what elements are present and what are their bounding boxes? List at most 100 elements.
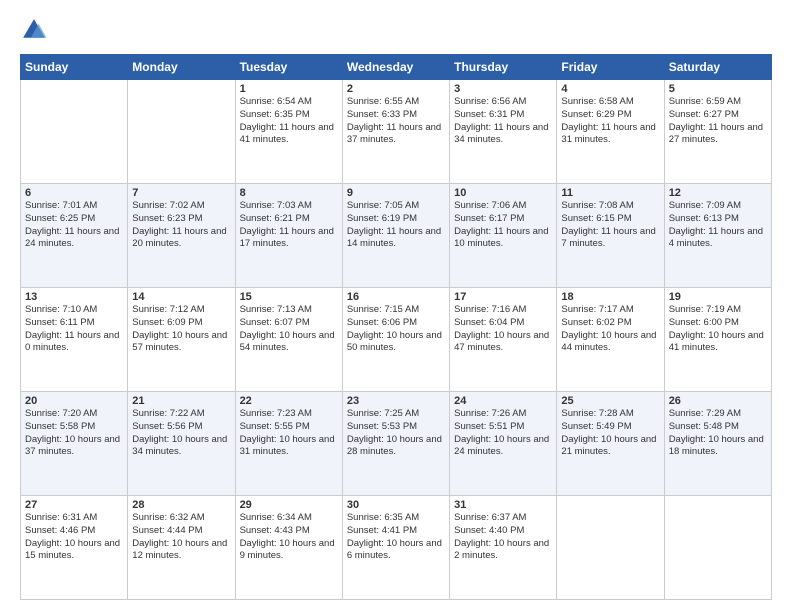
weekday-header: Sunday	[21, 55, 128, 80]
day-number: 28	[132, 499, 230, 511]
day-number: 7	[132, 187, 230, 199]
calendar-cell: 4Sunrise: 6:58 AMSunset: 6:29 PMDaylight…	[557, 80, 664, 184]
day-info: Sunrise: 7:20 AMSunset: 5:58 PMDaylight:…	[25, 408, 123, 459]
day-info: Sunrise: 7:25 AMSunset: 5:53 PMDaylight:…	[347, 408, 445, 459]
logo	[20, 16, 52, 44]
day-info: Sunrise: 7:15 AMSunset: 6:06 PMDaylight:…	[347, 304, 445, 355]
day-info: Sunrise: 7:29 AMSunset: 5:48 PMDaylight:…	[669, 408, 767, 459]
day-number: 20	[25, 395, 123, 407]
weekday-header: Monday	[128, 55, 235, 80]
calendar-week-row: 1Sunrise: 6:54 AMSunset: 6:35 PMDaylight…	[21, 80, 772, 184]
day-number: 6	[25, 187, 123, 199]
day-number: 22	[240, 395, 338, 407]
weekday-header: Wednesday	[342, 55, 449, 80]
day-number: 26	[669, 395, 767, 407]
day-info: Sunrise: 6:35 AMSunset: 4:41 PMDaylight:…	[347, 512, 445, 563]
day-number: 21	[132, 395, 230, 407]
calendar-cell: 5Sunrise: 6:59 AMSunset: 6:27 PMDaylight…	[664, 80, 771, 184]
day-number: 1	[240, 83, 338, 95]
day-info: Sunrise: 6:59 AMSunset: 6:27 PMDaylight:…	[669, 96, 767, 147]
day-info: Sunrise: 6:37 AMSunset: 4:40 PMDaylight:…	[454, 512, 552, 563]
day-number: 16	[347, 291, 445, 303]
day-info: Sunrise: 7:28 AMSunset: 5:49 PMDaylight:…	[561, 408, 659, 459]
day-info: Sunrise: 6:54 AMSunset: 6:35 PMDaylight:…	[240, 96, 338, 147]
day-info: Sunrise: 7:26 AMSunset: 5:51 PMDaylight:…	[454, 408, 552, 459]
weekday-header: Saturday	[664, 55, 771, 80]
calendar-week-row: 13Sunrise: 7:10 AMSunset: 6:11 PMDayligh…	[21, 288, 772, 392]
day-number: 12	[669, 187, 767, 199]
weekday-header: Tuesday	[235, 55, 342, 80]
day-number: 15	[240, 291, 338, 303]
calendar-cell: 27Sunrise: 6:31 AMSunset: 4:46 PMDayligh…	[21, 496, 128, 600]
calendar-cell: 23Sunrise: 7:25 AMSunset: 5:53 PMDayligh…	[342, 392, 449, 496]
calendar-cell: 29Sunrise: 6:34 AMSunset: 4:43 PMDayligh…	[235, 496, 342, 600]
day-number: 10	[454, 187, 552, 199]
calendar-table: SundayMondayTuesdayWednesdayThursdayFrid…	[20, 54, 772, 600]
calendar-cell: 13Sunrise: 7:10 AMSunset: 6:11 PMDayligh…	[21, 288, 128, 392]
day-info: Sunrise: 7:13 AMSunset: 6:07 PMDaylight:…	[240, 304, 338, 355]
day-number: 8	[240, 187, 338, 199]
day-number: 18	[561, 291, 659, 303]
calendar-cell: 12Sunrise: 7:09 AMSunset: 6:13 PMDayligh…	[664, 184, 771, 288]
calendar-cell: 7Sunrise: 7:02 AMSunset: 6:23 PMDaylight…	[128, 184, 235, 288]
calendar-cell: 17Sunrise: 7:16 AMSunset: 6:04 PMDayligh…	[450, 288, 557, 392]
calendar-cell: 2Sunrise: 6:55 AMSunset: 6:33 PMDaylight…	[342, 80, 449, 184]
day-info: Sunrise: 7:06 AMSunset: 6:17 PMDaylight:…	[454, 200, 552, 251]
calendar-cell: 16Sunrise: 7:15 AMSunset: 6:06 PMDayligh…	[342, 288, 449, 392]
day-info: Sunrise: 7:19 AMSunset: 6:00 PMDaylight:…	[669, 304, 767, 355]
day-number: 17	[454, 291, 552, 303]
day-number: 4	[561, 83, 659, 95]
day-info: Sunrise: 7:16 AMSunset: 6:04 PMDaylight:…	[454, 304, 552, 355]
calendar-cell: 18Sunrise: 7:17 AMSunset: 6:02 PMDayligh…	[557, 288, 664, 392]
day-info: Sunrise: 7:05 AMSunset: 6:19 PMDaylight:…	[347, 200, 445, 251]
calendar-cell: 19Sunrise: 7:19 AMSunset: 6:00 PMDayligh…	[664, 288, 771, 392]
page: SundayMondayTuesdayWednesdayThursdayFrid…	[0, 0, 792, 612]
day-number: 30	[347, 499, 445, 511]
calendar-cell	[21, 80, 128, 184]
calendar-week-row: 6Sunrise: 7:01 AMSunset: 6:25 PMDaylight…	[21, 184, 772, 288]
logo-icon	[20, 16, 48, 44]
day-number: 3	[454, 83, 552, 95]
day-number: 25	[561, 395, 659, 407]
day-number: 13	[25, 291, 123, 303]
calendar-cell: 9Sunrise: 7:05 AMSunset: 6:19 PMDaylight…	[342, 184, 449, 288]
day-number: 31	[454, 499, 552, 511]
day-number: 19	[669, 291, 767, 303]
calendar-cell: 30Sunrise: 6:35 AMSunset: 4:41 PMDayligh…	[342, 496, 449, 600]
calendar-cell: 15Sunrise: 7:13 AMSunset: 6:07 PMDayligh…	[235, 288, 342, 392]
day-info: Sunrise: 7:17 AMSunset: 6:02 PMDaylight:…	[561, 304, 659, 355]
day-info: Sunrise: 7:22 AMSunset: 5:56 PMDaylight:…	[132, 408, 230, 459]
header	[20, 16, 772, 44]
calendar-cell: 24Sunrise: 7:26 AMSunset: 5:51 PMDayligh…	[450, 392, 557, 496]
day-number: 24	[454, 395, 552, 407]
calendar-cell: 22Sunrise: 7:23 AMSunset: 5:55 PMDayligh…	[235, 392, 342, 496]
calendar-cell: 21Sunrise: 7:22 AMSunset: 5:56 PMDayligh…	[128, 392, 235, 496]
calendar-cell: 10Sunrise: 7:06 AMSunset: 6:17 PMDayligh…	[450, 184, 557, 288]
day-info: Sunrise: 7:01 AMSunset: 6:25 PMDaylight:…	[25, 200, 123, 251]
calendar-cell: 8Sunrise: 7:03 AMSunset: 6:21 PMDaylight…	[235, 184, 342, 288]
day-number: 14	[132, 291, 230, 303]
day-info: Sunrise: 6:58 AMSunset: 6:29 PMDaylight:…	[561, 96, 659, 147]
weekday-header: Friday	[557, 55, 664, 80]
calendar-cell	[557, 496, 664, 600]
weekday-header: Thursday	[450, 55, 557, 80]
day-info: Sunrise: 7:12 AMSunset: 6:09 PMDaylight:…	[132, 304, 230, 355]
day-info: Sunrise: 7:03 AMSunset: 6:21 PMDaylight:…	[240, 200, 338, 251]
day-number: 29	[240, 499, 338, 511]
day-info: Sunrise: 6:56 AMSunset: 6:31 PMDaylight:…	[454, 96, 552, 147]
calendar-week-row: 27Sunrise: 6:31 AMSunset: 4:46 PMDayligh…	[21, 496, 772, 600]
day-info: Sunrise: 7:10 AMSunset: 6:11 PMDaylight:…	[25, 304, 123, 355]
day-number: 11	[561, 187, 659, 199]
day-number: 9	[347, 187, 445, 199]
day-number: 23	[347, 395, 445, 407]
day-number: 27	[25, 499, 123, 511]
calendar-cell: 1Sunrise: 6:54 AMSunset: 6:35 PMDaylight…	[235, 80, 342, 184]
calendar-cell	[128, 80, 235, 184]
day-number: 2	[347, 83, 445, 95]
calendar-week-row: 20Sunrise: 7:20 AMSunset: 5:58 PMDayligh…	[21, 392, 772, 496]
day-info: Sunrise: 7:08 AMSunset: 6:15 PMDaylight:…	[561, 200, 659, 251]
day-info: Sunrise: 6:34 AMSunset: 4:43 PMDaylight:…	[240, 512, 338, 563]
calendar-body: 1Sunrise: 6:54 AMSunset: 6:35 PMDaylight…	[21, 80, 772, 600]
day-info: Sunrise: 6:32 AMSunset: 4:44 PMDaylight:…	[132, 512, 230, 563]
calendar-cell: 28Sunrise: 6:32 AMSunset: 4:44 PMDayligh…	[128, 496, 235, 600]
